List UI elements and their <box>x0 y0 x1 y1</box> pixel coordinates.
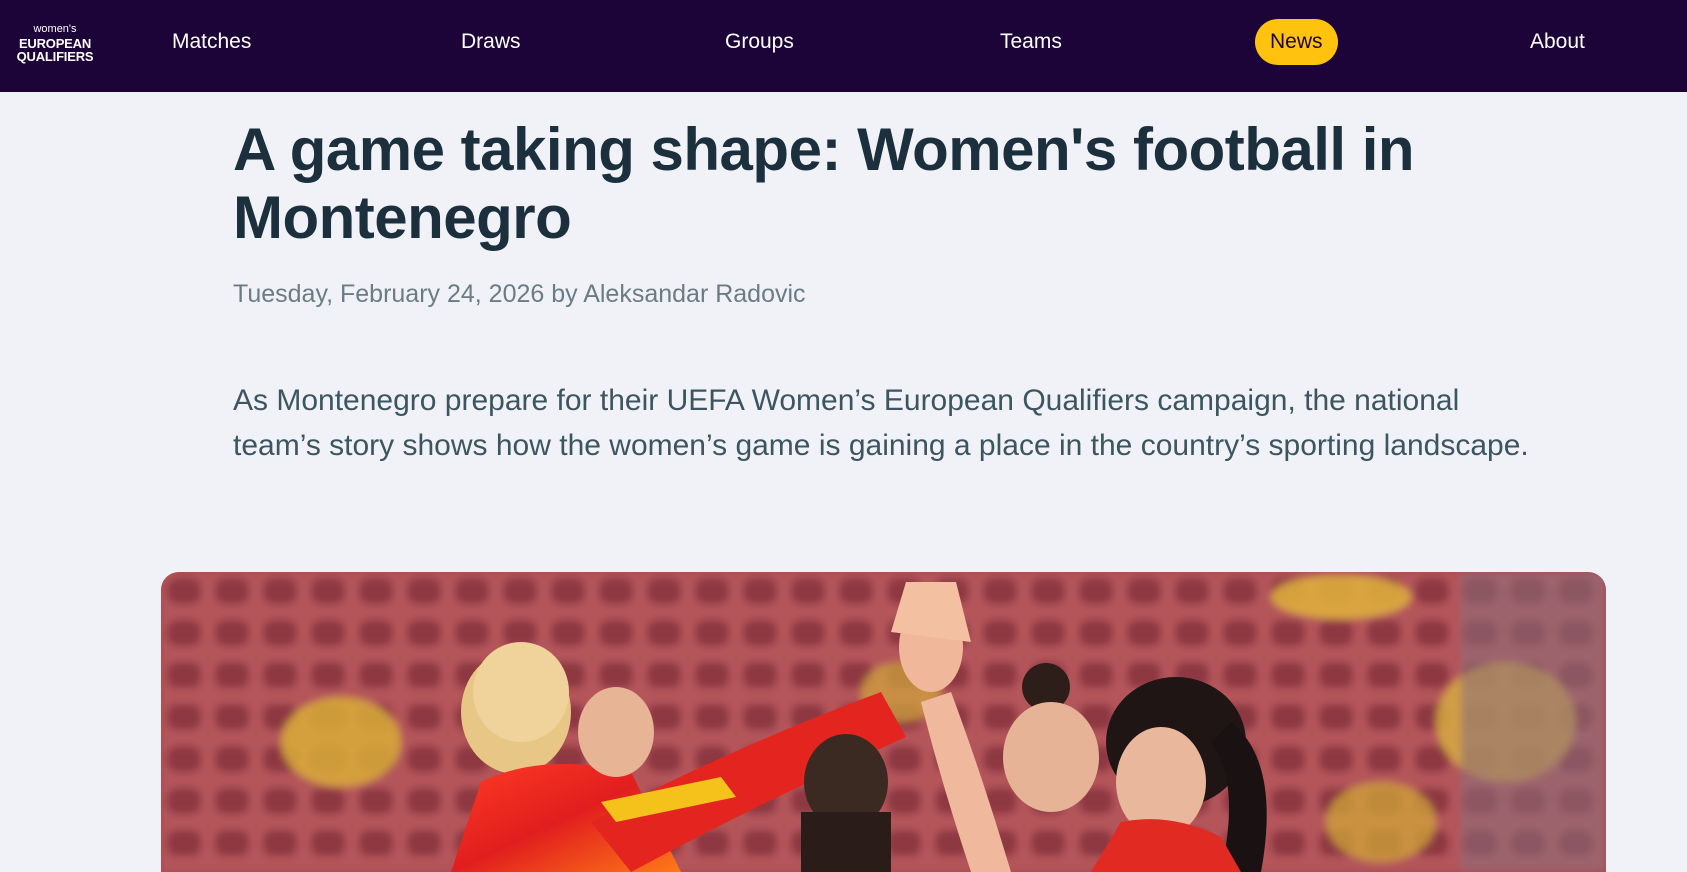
nav-item-groups[interactable]: Groups <box>725 20 794 64</box>
team-huddle-photo <box>161 572 1606 872</box>
top-navigation-bar: women's EUROPEAN QUALIFIERS Matches Draw… <box>0 0 1687 92</box>
womens-european-qualifiers-logo[interactable]: women's EUROPEAN QUALIFIERS <box>14 24 96 64</box>
nav-item-matches[interactable]: Matches <box>172 20 251 64</box>
nav-item-news[interactable]: News <box>1255 19 1338 65</box>
nav-item-draws[interactable]: Draws <box>461 20 521 64</box>
article-lead: As Montenegro prepare for their UEFA Wom… <box>233 384 1529 462</box>
nav-item-teams[interactable]: Teams <box>1000 20 1062 64</box>
logo-line-qualifiers: QUALIFIERS <box>16 49 94 64</box>
logo-line-womens: women's <box>33 23 77 35</box>
hero-image <box>161 572 1606 872</box>
nav-item-about[interactable]: About <box>1530 20 1585 64</box>
article-byline: Tuesday, February 24, 2026 by Aleksandar… <box>233 280 806 308</box>
article-title: A game taking shape: Women's football in… <box>233 116 1415 251</box>
